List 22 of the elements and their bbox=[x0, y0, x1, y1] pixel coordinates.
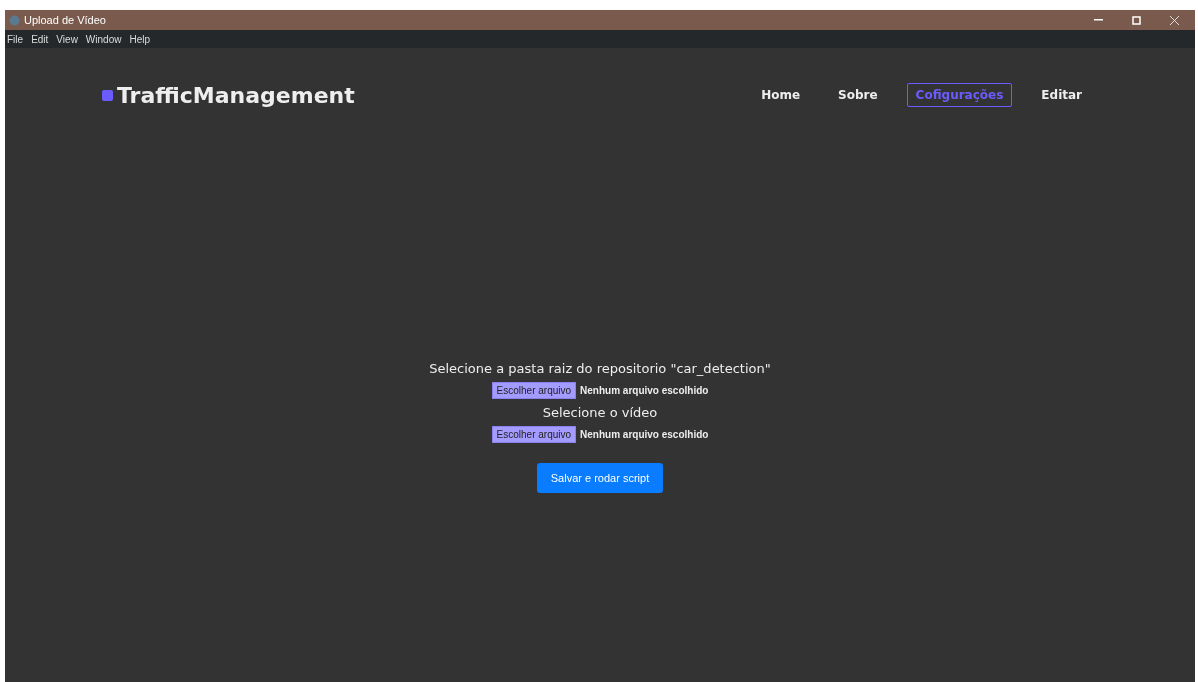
file-status: Nenhum arquivo escolhido bbox=[580, 429, 709, 440]
menu-item[interactable]: File bbox=[7, 33, 24, 45]
brand-logo[interactable]: TrafficManagement bbox=[117, 82, 355, 108]
menu-item[interactable]: View bbox=[56, 33, 78, 45]
submit-button[interactable]: Salvar e rodar script bbox=[536, 463, 664, 493]
nav-link[interactable]: Editar bbox=[1032, 83, 1091, 107]
window-title: Upload de Vídeo bbox=[24, 14, 107, 26]
restore-icon[interactable] bbox=[1131, 15, 1141, 25]
app-icon bbox=[9, 14, 20, 26]
menu-item[interactable]: Window bbox=[85, 33, 122, 45]
logo-icon bbox=[102, 89, 113, 101]
menu-item[interactable]: Edit bbox=[31, 33, 49, 45]
section-heading: Selecione o vídeo bbox=[542, 405, 658, 420]
choose-file-button[interactable]: Escolher arquivo bbox=[491, 382, 577, 399]
minimize-icon[interactable] bbox=[1093, 19, 1103, 21]
section-heading: Selecione a pasta raiz do repositorio "car_detection" bbox=[429, 361, 771, 376]
close-icon[interactable] bbox=[1169, 15, 1179, 25]
nav-link[interactable]: Sobre bbox=[829, 83, 887, 107]
choose-file-button[interactable]: Escolher arquivo bbox=[491, 426, 577, 443]
nav-link[interactable]: Home bbox=[752, 83, 810, 107]
file-status: Nenhum arquivo escolhido bbox=[580, 385, 709, 396]
menu-item[interactable]: Help bbox=[129, 33, 150, 45]
